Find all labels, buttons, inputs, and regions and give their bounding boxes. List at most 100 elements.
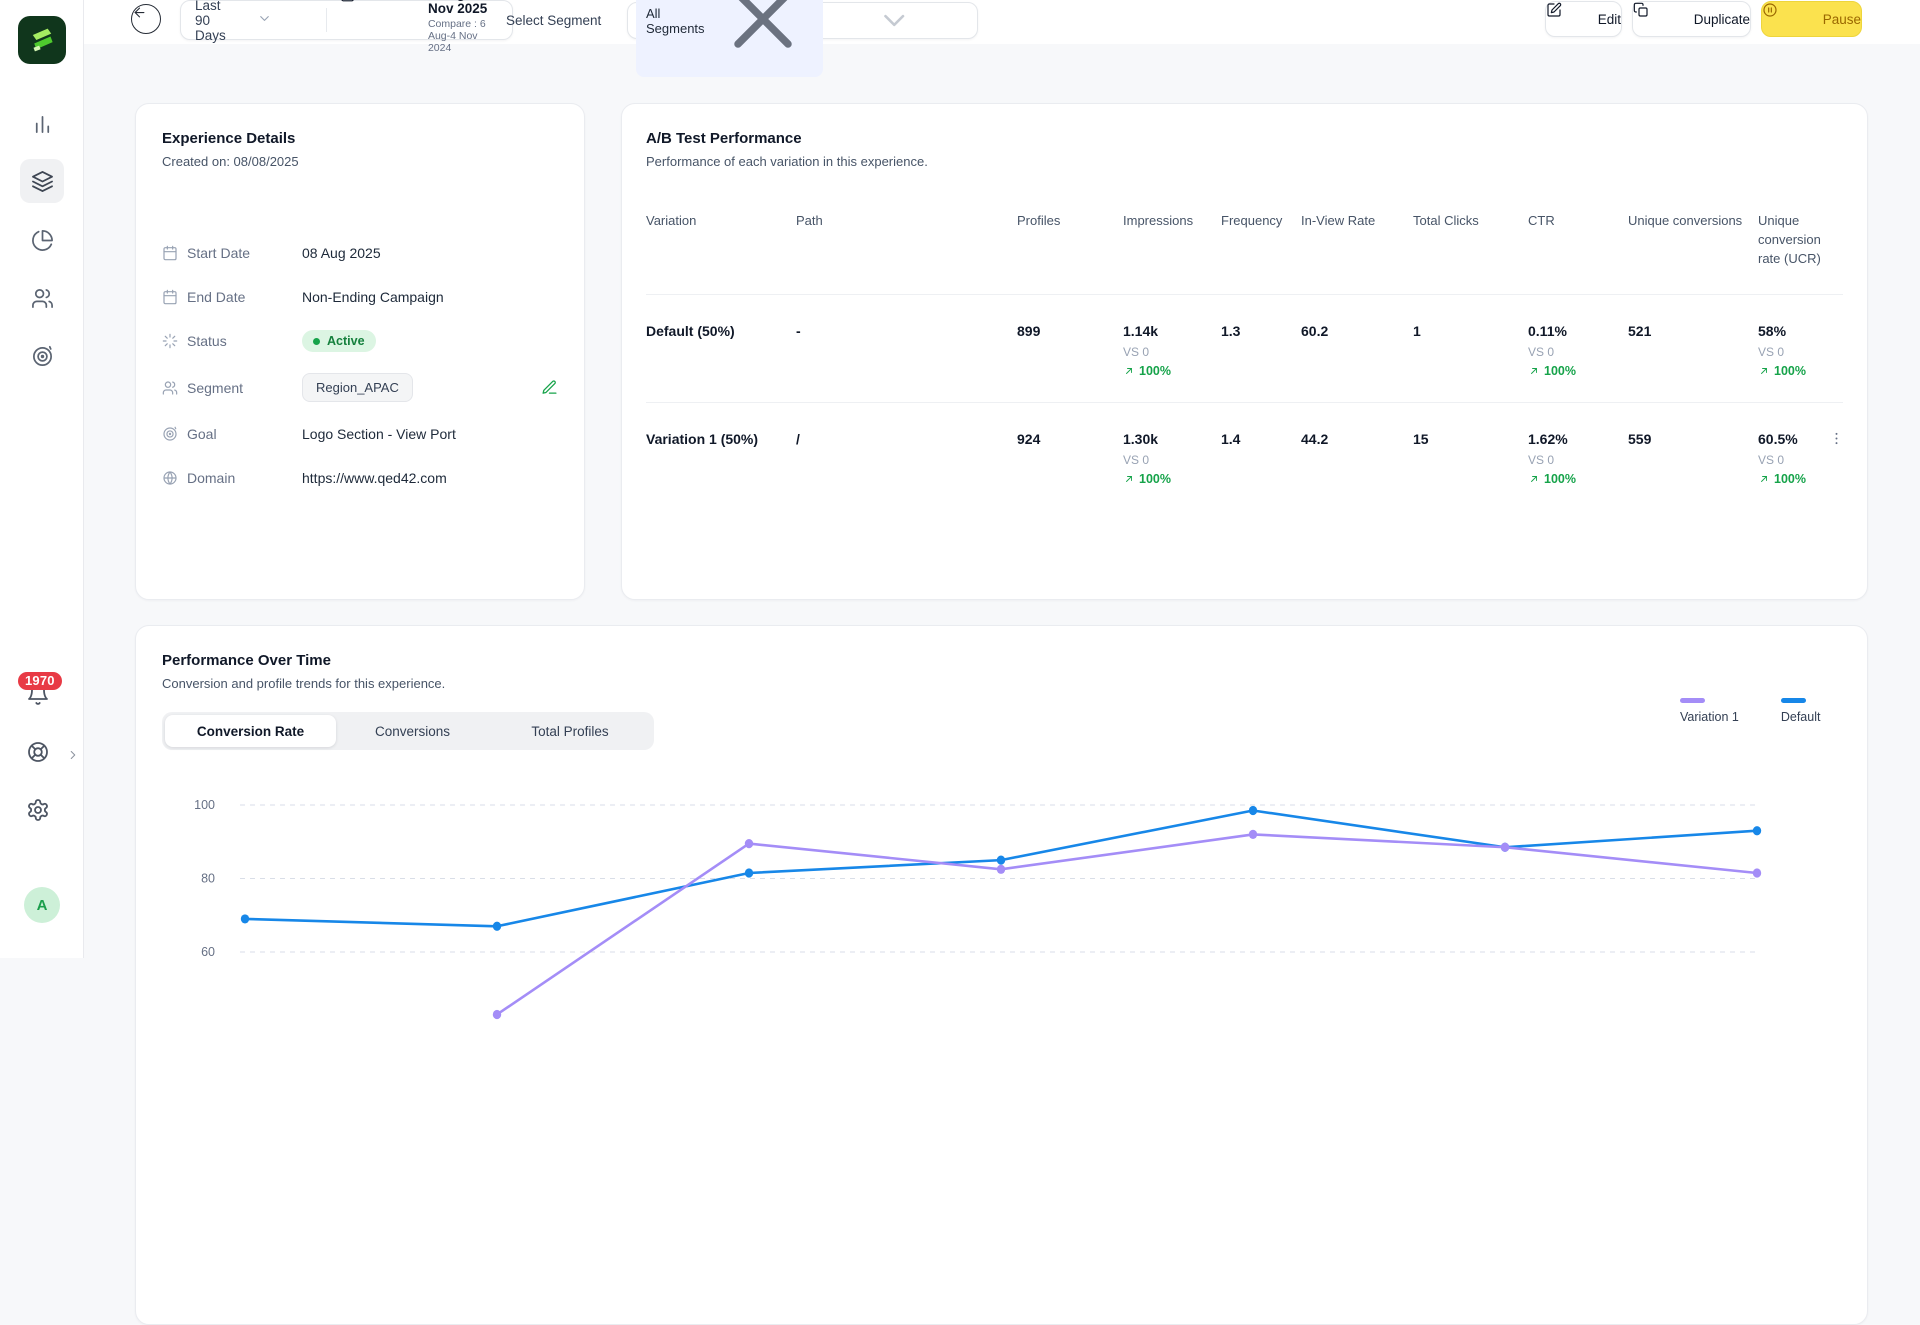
experience-detail-rows: Start Date08 Aug 2025 End Date Non-Ending … — [162, 241, 558, 490]
date-compare-value: Compare : 6 Aug-4 Nov 2024 — [428, 18, 498, 54]
brand-logo-icon — [25, 23, 59, 57]
help-button[interactable] — [26, 740, 58, 772]
sidebar: 1970 A — [0, 0, 84, 958]
series-line-variation-1 — [497, 834, 1757, 1014]
sidebar-item-reports[interactable] — [20, 218, 64, 262]
segment-select[interactable]: All Segments — [627, 2, 978, 39]
data-point — [1501, 843, 1509, 852]
select-segment-label: Select Segment — [506, 13, 601, 28]
column-header: In-View Rate — [1301, 203, 1413, 230]
data-point — [997, 856, 1005, 865]
column-header: CTR — [1528, 203, 1628, 230]
table-cell: Default (50%) — [646, 322, 796, 340]
bar-chart-icon — [31, 113, 54, 136]
chart-metric-tabs: Conversion RateConversionsTotal Profiles — [162, 712, 654, 750]
row-menu-button[interactable] — [1825, 427, 1847, 449]
table-row: Default (50%)-8991.14kVS 0100%1.360.210.… — [646, 295, 1843, 403]
trend-up-icon — [1123, 365, 1135, 377]
date-range-control: Last 90 Days 5 Aug-3 Nov 2025 Compare : … — [180, 0, 513, 40]
trend-up-icon — [1528, 473, 1540, 485]
data-point — [745, 868, 753, 877]
ab-test-card: A/B Test Performance Performance of each… — [621, 103, 1868, 600]
table-cell: 521 — [1628, 322, 1758, 340]
experience-details-title: Experience Details — [162, 130, 558, 147]
table-cell: 924 — [1017, 430, 1123, 448]
trend-up-icon — [1528, 365, 1540, 377]
column-header: Total Clicks — [1413, 203, 1528, 230]
sidebar-item-experiences[interactable] — [20, 159, 64, 203]
divider — [326, 8, 327, 32]
detail-label: Domain — [187, 470, 235, 486]
duplicate-button-label: Duplicate — [1694, 12, 1750, 27]
data-point — [241, 914, 249, 923]
column-header: Path — [796, 203, 1017, 230]
table-cell: 60.2 — [1301, 322, 1413, 340]
date-range-picker[interactable]: 5 Aug-3 Nov 2025 Compare : 6 Aug-4 Nov 2… — [340, 0, 498, 54]
table-cell: 1.30kVS 0100% — [1123, 430, 1221, 486]
notification-count-badge: 1970 — [18, 672, 62, 690]
chart-legend: Variation 1Default — [1680, 698, 1820, 724]
close-icon[interactable] — [713, 0, 813, 72]
detail-label: Goal — [187, 426, 217, 442]
table-cell: 1 — [1413, 322, 1528, 340]
ab-test-title: A/B Test Performance — [646, 130, 1843, 147]
brand-logo[interactable] — [18, 16, 66, 64]
status-badge: Active — [302, 330, 376, 352]
target-icon — [162, 426, 178, 442]
line-chart: 1008060 — [136, 776, 1869, 1076]
edit-segment-button[interactable] — [541, 379, 558, 396]
back-button[interactable] — [131, 4, 161, 34]
detail-row-goal: Goal Logo Section - View Port — [162, 422, 558, 446]
duplicate-icon — [1633, 2, 1686, 36]
detail-value: Non-Ending Campaign — [302, 289, 444, 305]
column-header: Variation — [646, 203, 796, 230]
edit-button[interactable]: Edit — [1545, 1, 1622, 37]
avatar[interactable]: A — [24, 887, 60, 923]
pause-icon — [1762, 2, 1815, 36]
detail-row-start-date: Start Date08 Aug 2025 — [162, 241, 558, 265]
segment-chip[interactable]: All Segments — [636, 0, 823, 77]
data-point — [493, 1010, 501, 1019]
experience-details-card: Experience Details Created on: 08/08/202… — [135, 103, 585, 600]
legend-swatch — [1680, 698, 1705, 703]
segment-chip-label: All Segments — [646, 6, 705, 36]
data-point — [1753, 826, 1761, 835]
legend-swatch — [1781, 698, 1806, 703]
created-on-text: Created on: 08/08/2025 — [162, 154, 558, 169]
layers-icon — [31, 170, 54, 193]
sidebar-item-analytics[interactable] — [20, 102, 64, 146]
trend-change: 100% — [1758, 472, 1844, 486]
sidebar-item-audiences[interactable] — [20, 276, 64, 320]
performance-subtitle: Conversion and profile trends for this e… — [162, 676, 1841, 691]
users-icon — [31, 287, 54, 310]
globe-icon — [162, 470, 178, 486]
table-cell: / — [796, 430, 1017, 448]
data-point — [997, 865, 1005, 874]
trend-change: 100% — [1123, 472, 1221, 486]
detail-row-domain: Domainhttps://www.qed42.com — [162, 466, 558, 490]
segment-value-chip[interactable]: Region_APAC — [302, 373, 413, 402]
settings-button[interactable] — [26, 798, 58, 830]
tab-conversion-rate[interactable]: Conversion Rate — [165, 715, 336, 747]
sidebar-item-goals[interactable] — [20, 334, 64, 378]
topbar: Last 90 Days 5 Aug-3 Nov 2025 Compare : … — [84, 0, 1920, 44]
duplicate-button[interactable]: Duplicate — [1632, 1, 1751, 37]
table-cell: 1.62%VS 0100% — [1528, 430, 1628, 486]
y-axis-tick: 100 — [194, 798, 215, 812]
detail-label: Status — [187, 333, 227, 349]
pause-button[interactable]: Pause — [1761, 1, 1862, 37]
trend-change: 100% — [1528, 472, 1628, 486]
trend-up-icon — [1758, 365, 1770, 377]
tab-conversions[interactable]: Conversions — [336, 715, 489, 747]
tab-total-profiles[interactable]: Total Profiles — [489, 715, 651, 747]
gear-icon — [26, 798, 58, 830]
table-cell: 899 — [1017, 322, 1123, 340]
sidebar-expand-button[interactable] — [66, 748, 80, 762]
chevron-down-icon — [823, 3, 965, 38]
trend-up-icon — [1758, 473, 1770, 485]
detail-row-segment: SegmentRegion_APAC — [162, 373, 558, 402]
detail-value: Logo Section - View Port — [302, 426, 456, 442]
date-preset-dropdown[interactable]: Last 90 Days — [195, 0, 313, 43]
detail-label: End Date — [187, 289, 245, 305]
detail-label: Start Date — [187, 245, 250, 261]
